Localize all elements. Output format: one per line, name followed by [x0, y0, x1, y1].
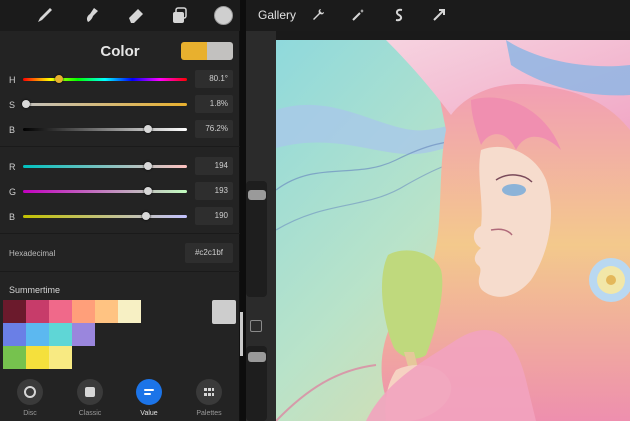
saturation-value[interactable]: 1.8%: [195, 95, 233, 113]
palette-grid: [3, 300, 143, 369]
hue-value[interactable]: 80.1°: [195, 70, 233, 88]
saturation-slider[interactable]: [22, 100, 187, 108]
color-well-icon[interactable]: [210, 3, 236, 27]
palette-swatch[interactable]: [49, 300, 72, 323]
saturation-label: S: [9, 100, 16, 110]
hex-input[interactable]: #c2c1bf: [185, 243, 233, 263]
value-icon: [136, 379, 162, 405]
tab-classic[interactable]: Classic: [65, 379, 115, 421]
tab-label: Palettes: [196, 410, 222, 417]
red-value[interactable]: 194: [195, 157, 233, 175]
red-label: R: [9, 162, 16, 172]
drawing-canvas[interactable]: [276, 40, 630, 421]
panel-resize-handle[interactable]: [240, 312, 243, 356]
green-value[interactable]: 193: [195, 182, 233, 200]
brush-size-thumb[interactable]: [248, 190, 266, 200]
modify-button[interactable]: [250, 320, 262, 332]
app-header: Gallery: [246, 0, 630, 31]
palettes-icon: [196, 379, 222, 405]
opacity-thumb[interactable]: [248, 352, 266, 362]
palette-swatch[interactable]: [72, 323, 95, 346]
previous-color-swatch[interactable]: [207, 42, 233, 60]
artwork-illustration: [276, 40, 630, 421]
palette-swatch[interactable]: [49, 346, 72, 369]
disc-icon: [17, 379, 43, 405]
green-slider-knob[interactable]: [143, 187, 152, 195]
palette-name[interactable]: Summertime: [9, 285, 60, 295]
blue-value[interactable]: 190: [195, 207, 233, 225]
hex-label: Hexadecimal: [9, 249, 56, 258]
brightness-label: B: [9, 125, 16, 135]
palette-swatch[interactable]: [49, 323, 72, 346]
palette-swatch[interactable]: [72, 300, 95, 323]
palette-swatch[interactable]: [26, 300, 49, 323]
palette-swatch[interactable]: [95, 300, 118, 323]
palette-empty-swatch[interactable]: [212, 300, 236, 324]
red-slider[interactable]: [23, 162, 187, 170]
saturation-slider-knob[interactable]: [22, 100, 31, 108]
tab-disc[interactable]: Disc: [5, 379, 55, 421]
wrench-icon[interactable]: [308, 5, 328, 25]
green-slider[interactable]: [23, 187, 187, 195]
palette-swatch[interactable]: [3, 300, 26, 323]
tab-value[interactable]: Value: [124, 379, 174, 421]
blue-slider-knob[interactable]: [142, 212, 150, 220]
gallery-button[interactable]: Gallery: [258, 8, 296, 22]
smudge-icon[interactable]: [78, 3, 104, 27]
tab-label: Classic: [78, 410, 102, 417]
layers-icon[interactable]: [166, 3, 192, 27]
red-slider-knob[interactable]: [143, 162, 152, 170]
palette-swatch[interactable]: [118, 300, 141, 323]
eraser-icon[interactable]: [123, 3, 149, 27]
painting-toolbar: [0, 0, 240, 31]
brightness-value[interactable]: 76.2%: [195, 120, 233, 138]
magic-wand-icon[interactable]: [348, 5, 368, 25]
green-label: G: [9, 187, 17, 197]
blue-slider[interactable]: [23, 212, 187, 220]
palette-swatch[interactable]: [26, 346, 49, 369]
transform-icon[interactable]: [429, 5, 449, 25]
palette-swatch[interactable]: [3, 323, 26, 346]
tab-label: Value: [140, 410, 158, 417]
current-color-swatch[interactable]: [181, 42, 207, 60]
color-panel: Color H 80.1° S 1.8% B 76.2% R 194 G 193…: [0, 31, 240, 421]
classic-icon: [77, 379, 103, 405]
blue-label: B: [9, 212, 16, 222]
brightness-slider[interactable]: [23, 125, 187, 133]
selection-icon[interactable]: [389, 5, 409, 25]
divider: [0, 233, 240, 234]
tab-label: Disc: [23, 410, 37, 417]
tab-palettes[interactable]: Palettes: [184, 379, 234, 421]
palette-swatch[interactable]: [3, 346, 26, 369]
divider: [0, 146, 240, 147]
hue-slider-knob[interactable]: [55, 75, 64, 83]
divider: [0, 271, 240, 272]
brightness-slider-knob[interactable]: [143, 125, 152, 133]
hue-slider[interactable]: [23, 75, 187, 83]
hue-label: H: [9, 75, 16, 85]
palette-swatch[interactable]: [26, 323, 49, 346]
brush-icon[interactable]: [32, 3, 58, 27]
